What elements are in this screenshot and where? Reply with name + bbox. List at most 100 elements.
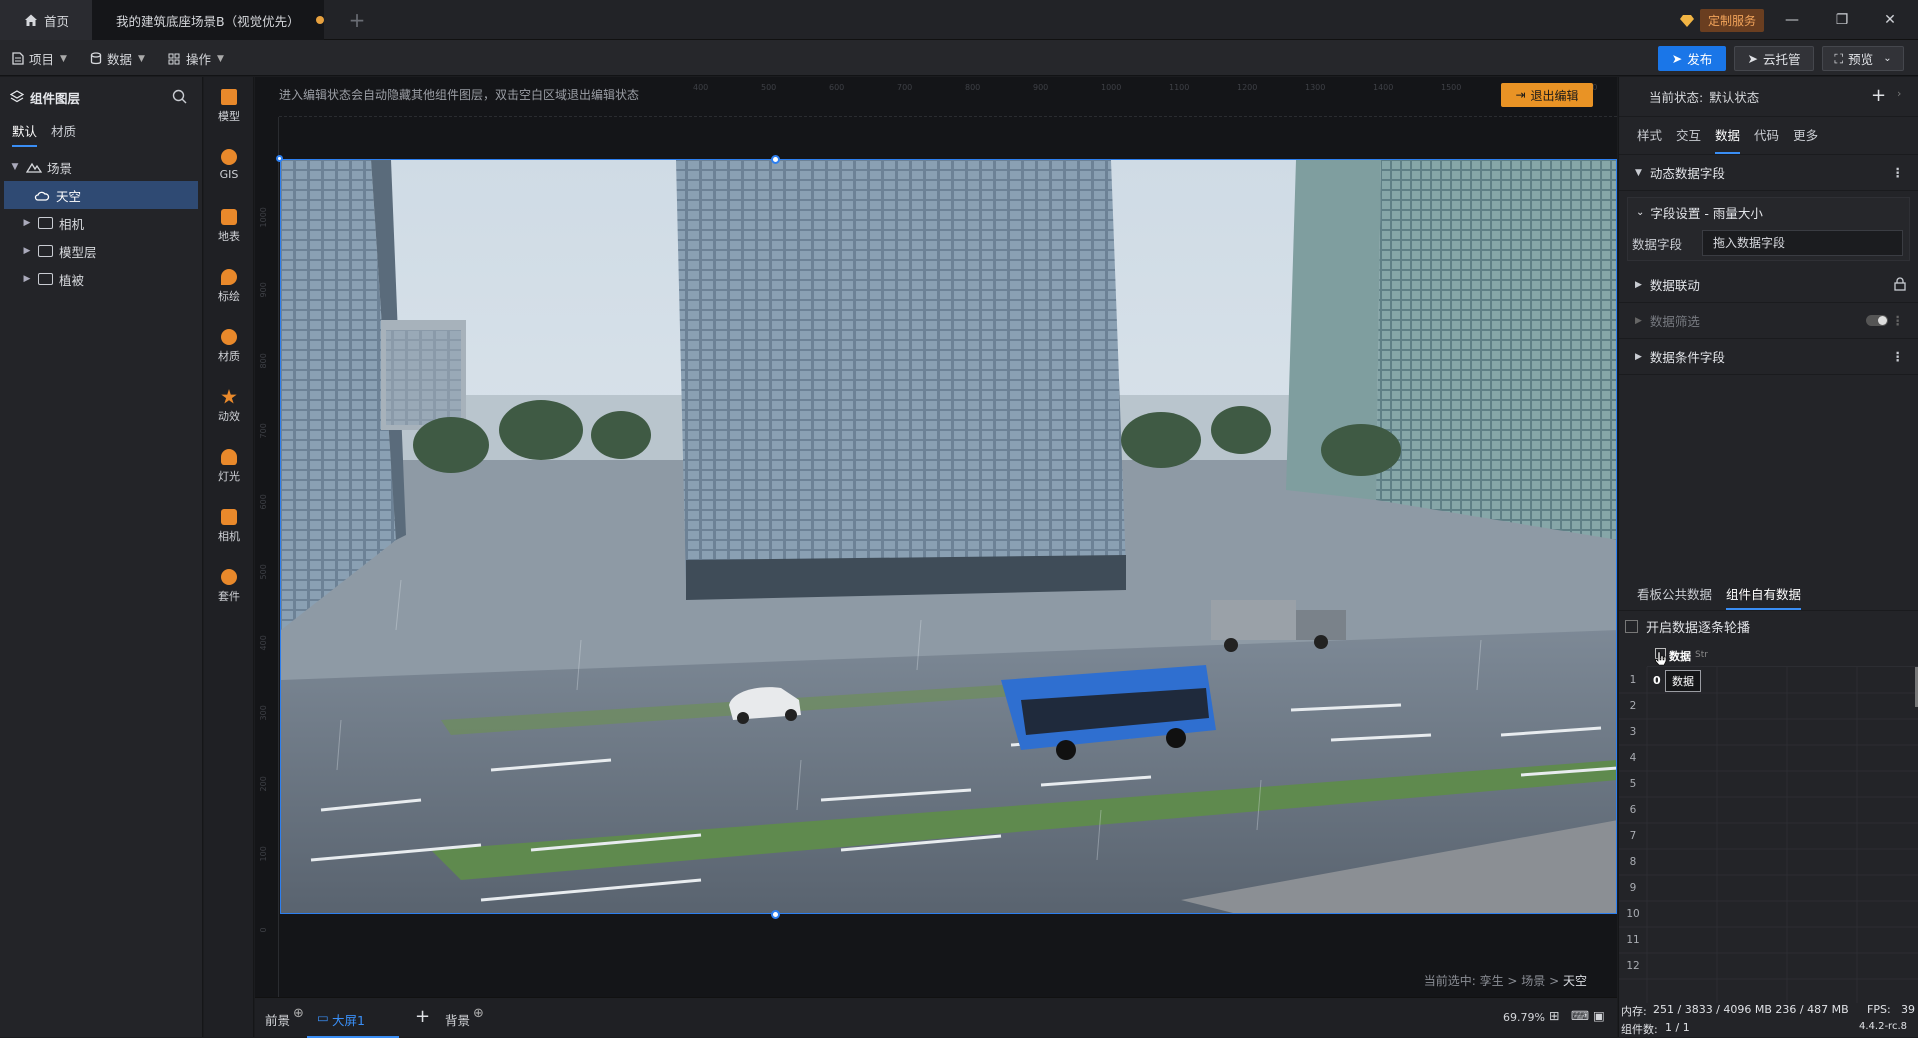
tab-interaction[interactable]: 交互 <box>1676 117 1701 154</box>
search-icon[interactable] <box>172 89 187 104</box>
add-circle-icon[interactable]: ⊕ <box>473 1006 484 1021</box>
section-data-linkage[interactable]: ▶ 数据联动 <box>1619 267 1918 303</box>
cloud-host-button[interactable]: ➤ 云托管 <box>1734 46 1814 71</box>
more-vert-icon[interactable]: ⋮ <box>1892 165 1905 180</box>
tab-document[interactable]: 我的建筑底座场景B（视觉优先） <box>92 0 324 40</box>
section-condition-fields[interactable]: ▶ 数据条件字段 ⋮ <box>1619 339 1918 375</box>
lock-icon[interactable] <box>1894 277 1906 291</box>
breadcrumb-current: 天空 <box>1562 974 1587 988</box>
section-data-filter[interactable]: ▶ 数据筛选 ⋮ <box>1619 303 1918 339</box>
resize-handle-bottom[interactable] <box>771 910 780 919</box>
memory-label: 内存: <box>1621 1005 1647 1018</box>
screen-tab[interactable]: ▭ 大屏1 <box>307 998 399 1038</box>
row-number: 1 <box>1629 674 1637 686</box>
ruler-tick: 800 <box>259 352 268 369</box>
column-header[interactable]: 数据 <box>1669 648 1691 664</box>
add-state-button[interactable]: + <box>1871 85 1886 106</box>
tree-item-model-layer[interactable]: ▶ 模型层 <box>0 237 202 265</box>
carousel-checkbox[interactable] <box>1625 620 1638 633</box>
terminal-icon[interactable]: ▣ <box>1593 1008 1605 1023</box>
row-number: 3 <box>1629 726 1637 738</box>
more-vert-icon[interactable]: ⋮ <box>1892 313 1905 328</box>
add-tab-button[interactable]: + <box>344 0 370 40</box>
tool-label: 地表 <box>218 230 240 243</box>
carousel-label: 开启数据逐条轮播 <box>1646 621 1751 636</box>
cloud-host-label: 云托管 <box>1762 52 1801 67</box>
globe-icon <box>221 149 237 165</box>
close-icon[interactable]: ✕ <box>1880 10 1900 30</box>
tab-component-own-data[interactable]: 组件自有数据 <box>1726 579 1802 610</box>
send-icon: ➤ <box>1671 51 1683 66</box>
ruler-tick: 1100 <box>1169 83 1190 92</box>
model-icon <box>221 89 237 105</box>
data-field-drop-input[interactable]: 拖入数据字段 <box>1702 230 1903 256</box>
editor-canvas[interactable]: 400 500 600 700 800 900 1000 1100 1200 1… <box>255 77 1617 997</box>
zoom-level[interactable]: 69.79% <box>1503 1011 1545 1024</box>
fit-screen-icon[interactable]: ⊞ <box>1549 1008 1559 1023</box>
keyboard-icon[interactable]: ⌨ <box>1571 1008 1589 1023</box>
sky-icon <box>34 191 50 201</box>
tool-light[interactable]: 灯光 <box>204 449 254 484</box>
field-label: 数据字段 <box>1632 236 1683 252</box>
tab-home[interactable]: 首页 <box>0 0 92 40</box>
property-tabs: 样式 交互 数据 代码 更多 <box>1619 117 1918 155</box>
tree-item-camera[interactable]: ▶ 相机 <box>0 209 202 237</box>
resize-handle-top-left[interactable] <box>276 155 283 162</box>
layer-foreground[interactable]: 前景 <box>265 1010 290 1029</box>
state-value[interactable]: 默认状态 <box>1709 87 1759 106</box>
filter-toggle[interactable] <box>1866 315 1888 326</box>
tool-plot[interactable]: 标绘 <box>204 269 254 304</box>
chevron-right-icon[interactable]: › <box>1897 87 1901 100</box>
tab-code[interactable]: 代码 <box>1754 117 1779 154</box>
layer-background[interactable]: 背景 <box>445 1010 470 1029</box>
tab-default[interactable]: 默认 <box>12 117 38 147</box>
add-screen-button[interactable]: + <box>415 1006 430 1027</box>
tree-item-sky[interactable]: 天空 <box>4 181 198 209</box>
scene-viewport[interactable] <box>280 159 1617 914</box>
exit-edit-button[interactable]: ⇥ 退出编辑 <box>1501 83 1593 107</box>
tool-material[interactable]: 材质 <box>204 329 254 364</box>
tool-gis[interactable]: GIS <box>204 149 254 181</box>
tool-terrain[interactable]: 地表 <box>204 209 254 244</box>
tab-style[interactable]: 样式 <box>1637 117 1662 154</box>
section-dynamic-fields[interactable]: ▼ 动态数据字段 ⋮ <box>1619 155 1918 191</box>
add-circle-icon[interactable]: ⊕ <box>293 1006 304 1021</box>
title-bar: 首页 我的建筑底座场景B（视觉优先） + 定制服务 — ❐ ✕ <box>0 0 1918 40</box>
status-bar: 内存: 251 / 3833 / 4096 MB 236 / 487 MB FP… <box>1619 1001 1918 1037</box>
tree-item-scene[interactable]: ▼ 场景 <box>0 153 202 181</box>
field-setting-header[interactable]: ⌄ 字段设置 - 雨量大小 <box>1628 198 1909 226</box>
resize-handle-top[interactable] <box>771 155 780 164</box>
tree-item-vegetation[interactable]: ▶ 植被 <box>0 265 202 293</box>
tab-more[interactable]: 更多 <box>1793 117 1818 154</box>
carousel-option[interactable]: 开启数据逐条轮播 <box>1625 617 1750 636</box>
tool-label: 套件 <box>218 590 240 603</box>
menu-project[interactable]: 项目 ▼ <box>12 49 67 68</box>
layer-tabs: 默认 材质 <box>0 117 202 147</box>
tool-model[interactable]: 模型 <box>204 89 254 124</box>
chevron-right-icon[interactable]: ▶ <box>20 246 34 256</box>
terrain-icon <box>221 209 237 225</box>
chevron-right-icon[interactable]: ▶ <box>20 218 34 228</box>
tool-label: 灯光 <box>218 470 240 483</box>
preview-button[interactable]: ⛶ 预览 ⌄ <box>1822 46 1904 71</box>
tab-material[interactable]: 材质 <box>51 117 76 147</box>
minimize-icon[interactable]: — <box>1782 10 1802 30</box>
more-vert-icon[interactable]: ⋮ <box>1892 349 1905 364</box>
custom-service[interactable]: 定制服务 <box>1680 9 1765 32</box>
chevron-down-icon[interactable]: ▼ <box>8 162 22 172</box>
restore-icon[interactable]: ❐ <box>1832 10 1852 30</box>
menu-operate[interactable]: 操作 ▼ <box>168 49 224 68</box>
row-number: 11 <box>1626 934 1640 946</box>
tab-data[interactable]: 数据 <box>1715 117 1741 154</box>
table-cell[interactable]: 0 <box>1653 674 1661 687</box>
tab-board-public-data[interactable]: 看板公共数据 <box>1637 579 1712 610</box>
tree-item-label: 相机 <box>59 216 85 232</box>
material-icon <box>221 329 237 345</box>
data-grid[interactable]: 数据 Str 1 2 3 4 5 6 7 8 9 10 11 12 0 数据 <box>1619 643 1918 1003</box>
menu-data[interactable]: 数据 ▼ <box>90 49 145 68</box>
publish-button[interactable]: ➤ 发布 <box>1658 46 1726 71</box>
tool-effect[interactable]: 动效 <box>204 389 254 424</box>
tool-kit[interactable]: 套件 <box>204 569 254 604</box>
chevron-right-icon[interactable]: ▶ <box>20 274 34 284</box>
tool-camera[interactable]: 相机 <box>204 509 254 544</box>
